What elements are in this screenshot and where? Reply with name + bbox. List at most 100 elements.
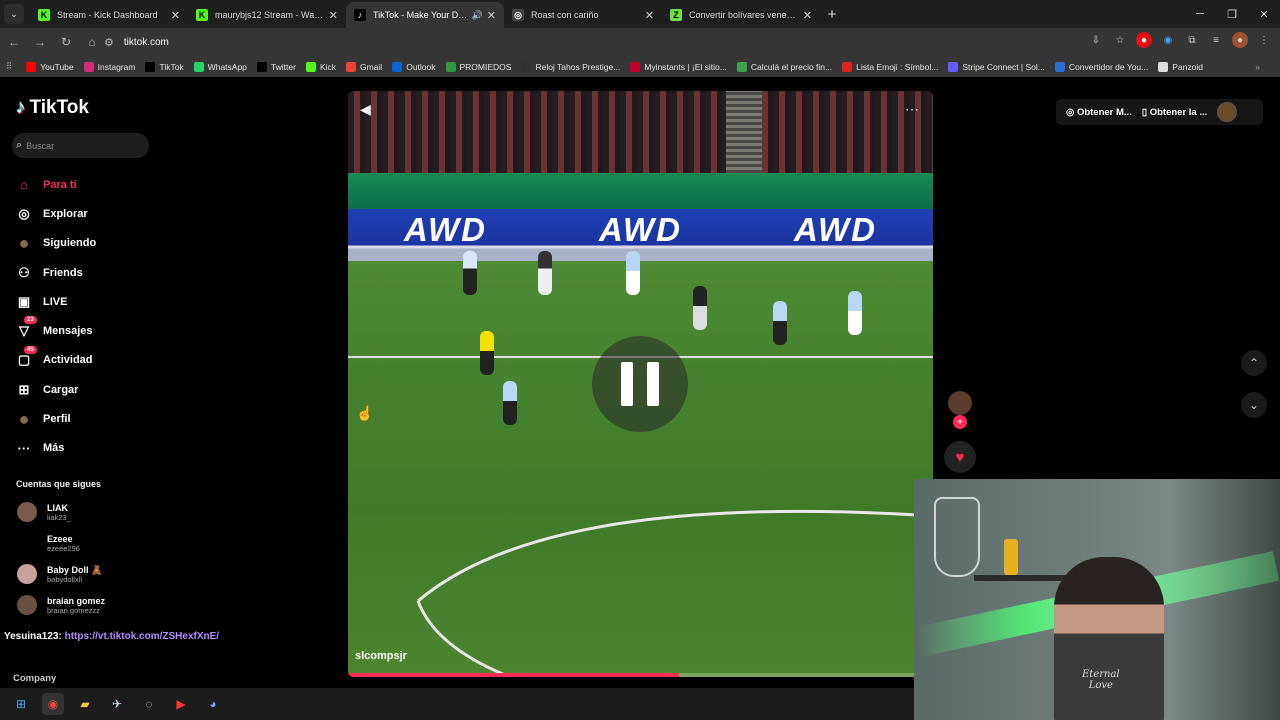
next-video-icon[interactable]: ⌄: [1241, 392, 1267, 418]
account-handle: ezeee296: [47, 543, 80, 553]
video-more-icon[interactable]: ⋯: [905, 101, 919, 118]
bookmark-item[interactable]: Kick: [305, 61, 336, 72]
youtube-icon[interactable]: ▶: [170, 693, 192, 715]
kebab-menu-icon[interactable]: ⋮: [1256, 32, 1272, 48]
tab-favicon-icon: ♪: [354, 9, 366, 21]
home-icon[interactable]: ⌂: [80, 30, 104, 54]
sidebar-nav: ⌂ Para ti ◎ Explorar ● Siguiendo ⚇ Friends ▣ LIVE…: [14, 170, 97, 463]
tab-search-button[interactable]: ⌄: [4, 4, 24, 24]
steam-icon[interactable]: ✈: [106, 693, 128, 715]
bookmark-star-icon[interactable]: ☆: [1112, 32, 1128, 48]
site-info-icon[interactable]: ⚙: [104, 36, 114, 49]
reload-icon[interactable]: ↻: [54, 30, 78, 54]
sidebar-item[interactable]: ··· Más: [14, 434, 96, 463]
followed-account[interactable]: Ezeee ezeee296: [17, 533, 80, 553]
close-window-icon[interactable]: ✕: [1248, 0, 1280, 28]
sidebar-item[interactable]: ⊞ Cargar: [14, 375, 96, 404]
video-author[interactable]: slcompsjr: [355, 650, 407, 662]
followed-account[interactable]: braian gomez braian.gomezzz: [17, 595, 105, 615]
tab-close-icon[interactable]: ✕: [329, 9, 338, 22]
bookmark-item[interactable]: Calculá el precio fin...: [736, 61, 832, 72]
volume-icon[interactable]: ◀: [360, 101, 371, 118]
bookmark-label: Gmail: [360, 61, 383, 72]
bookmark-item[interactable]: Outlook: [392, 61, 436, 72]
sidebar-item[interactable]: ▽ 23 Mensajes: [14, 316, 96, 345]
bookmark-item[interactable]: Lista Emoji : Símbol...: [842, 61, 939, 72]
sidebar-item-label: Más: [43, 442, 65, 455]
extension-red-icon[interactable]: ●: [1136, 32, 1152, 48]
like-heart-icon[interactable]: ♥: [944, 441, 976, 473]
bookmark-item[interactable]: Reloj Tahos Prestige...: [521, 61, 620, 72]
bookmark-label: Lista Emoji : Símbol...: [856, 61, 939, 72]
browser-tab[interactable]: ♪ TikTok - Make Your Day 🔊 ✕: [346, 2, 504, 28]
user-avatar[interactable]: [1217, 102, 1238, 122]
previous-video-icon[interactable]: ⌃: [1241, 350, 1267, 376]
get-coins-button[interactable]: ◎ Obtener M...: [1066, 107, 1132, 118]
browser-tab[interactable]: Kmaurybjs12 Stream - Watch Live ✕: [188, 2, 346, 28]
get-app-button[interactable]: ▯ Obtener la ...: [1142, 107, 1207, 118]
sidebar-item-label: Para ti: [43, 178, 77, 191]
tab-close-icon[interactable]: ✕: [171, 9, 180, 22]
bookmark-item[interactable]: Panzoid: [1158, 61, 1203, 72]
chat-link[interactable]: https://vt.tiktok.com/ZSHexfXnE/: [65, 631, 219, 642]
browser-tab[interactable]: ◎ Roast con cariño ✕: [504, 2, 662, 28]
forward-icon[interactable]: →: [28, 30, 52, 54]
tshirt-print: Eternal Love: [1082, 669, 1120, 691]
home-icon: ⌂: [20, 177, 28, 193]
sidebar-item[interactable]: ● Siguiendo: [14, 229, 97, 258]
minimize-icon[interactable]: ─: [1184, 0, 1216, 28]
new-tab-button[interactable]: +: [820, 2, 844, 26]
followed-account[interactable]: Baby Doll 🧸 babydollxll: [17, 564, 102, 584]
sidebar-item[interactable]: ⚇ Friends: [14, 258, 96, 287]
bookmark-item[interactable]: Instagram: [83, 61, 135, 72]
creator-avatar[interactable]: [948, 391, 972, 415]
pause-button[interactable]: [592, 336, 688, 432]
extension-blue-icon[interactable]: ◉: [1160, 32, 1176, 48]
video-progress[interactable]: [348, 673, 933, 677]
notification-badge: 45: [24, 345, 37, 354]
tiktok-logo[interactable]: ♪ TikTok: [16, 97, 89, 119]
sidebar-item[interactable]: ◎ Explorar: [14, 199, 96, 228]
tab-close-icon[interactable]: ✕: [803, 9, 812, 22]
sidebar-item[interactable]: ● Perfil: [14, 404, 96, 433]
followed-account[interactable]: LIAK liak23_: [17, 502, 71, 522]
obs-icon[interactable]: ◌: [138, 693, 160, 715]
back-icon[interactable]: ←: [2, 30, 26, 54]
follow-plus-icon[interactable]: +: [953, 415, 967, 429]
more-bookmarks-icon[interactable]: »: [1255, 62, 1260, 72]
menu-icon[interactable]: ≡: [1208, 32, 1224, 48]
discord-icon[interactable]: ◕: [202, 693, 224, 715]
folder-icon[interactable]: ▰: [74, 693, 96, 715]
bookmark-item[interactable]: TikTok: [145, 61, 184, 72]
bookmark-item[interactable]: Convertidor de You...: [1054, 61, 1148, 72]
search-placeholder: Buscar: [26, 140, 55, 151]
address-bar[interactable]: ⚙ tiktok.com: [104, 30, 1064, 54]
sidebar-item[interactable]: ▣ LIVE: [14, 287, 96, 316]
bookmark-item[interactable]: Stripe Connect | Sol...: [948, 61, 1045, 72]
browser-tab[interactable]: Z Convertir bolívares venezolanos ✕: [662, 2, 820, 28]
sidebar-item[interactable]: ▢ 45 Actividad: [14, 345, 96, 375]
chrome-icon[interactable]: ◉: [42, 693, 64, 715]
tab-audio-icon[interactable]: 🔊: [472, 10, 483, 21]
profile-avatar[interactable]: ●: [1232, 32, 1248, 48]
restore-icon[interactable]: ❐: [1216, 0, 1248, 28]
company-link[interactable]: Company: [13, 673, 56, 684]
video-player[interactable]: AWD AWD AWD ◀ ⋯ slcompsjr: [348, 91, 933, 677]
bookmark-item[interactable]: Myinstants | ¡El sitio...: [630, 61, 727, 72]
bookmark-item[interactable]: Twitter: [256, 61, 296, 72]
bookmark-item[interactable]: YouTube: [26, 61, 74, 72]
sidebar-item[interactable]: ⌂ Para ti: [14, 170, 96, 199]
bookmark-favicon-icon: [445, 61, 456, 72]
install-icon[interactable]: ⇩: [1088, 32, 1104, 48]
tab-close-icon[interactable]: ✕: [487, 9, 496, 22]
apps-icon[interactable]: ⠿: [6, 61, 12, 72]
browser-tab[interactable]: K Stream - Kick Dashboard ✕: [30, 2, 188, 28]
extensions-icon[interactable]: ⧉: [1184, 32, 1200, 48]
tab-close-icon[interactable]: ✕: [645, 9, 654, 22]
bookmark-item[interactable]: WhatsApp: [193, 61, 247, 72]
bookmark-item[interactable]: Gmail: [346, 61, 383, 72]
search-input[interactable]: ⌕ Buscar: [12, 133, 149, 158]
windows-start-icon[interactable]: ⊞: [10, 693, 32, 715]
account-handle: babydollxll: [47, 574, 83, 584]
bookmark-item[interactable]: PROMIEDOS: [445, 61, 511, 72]
